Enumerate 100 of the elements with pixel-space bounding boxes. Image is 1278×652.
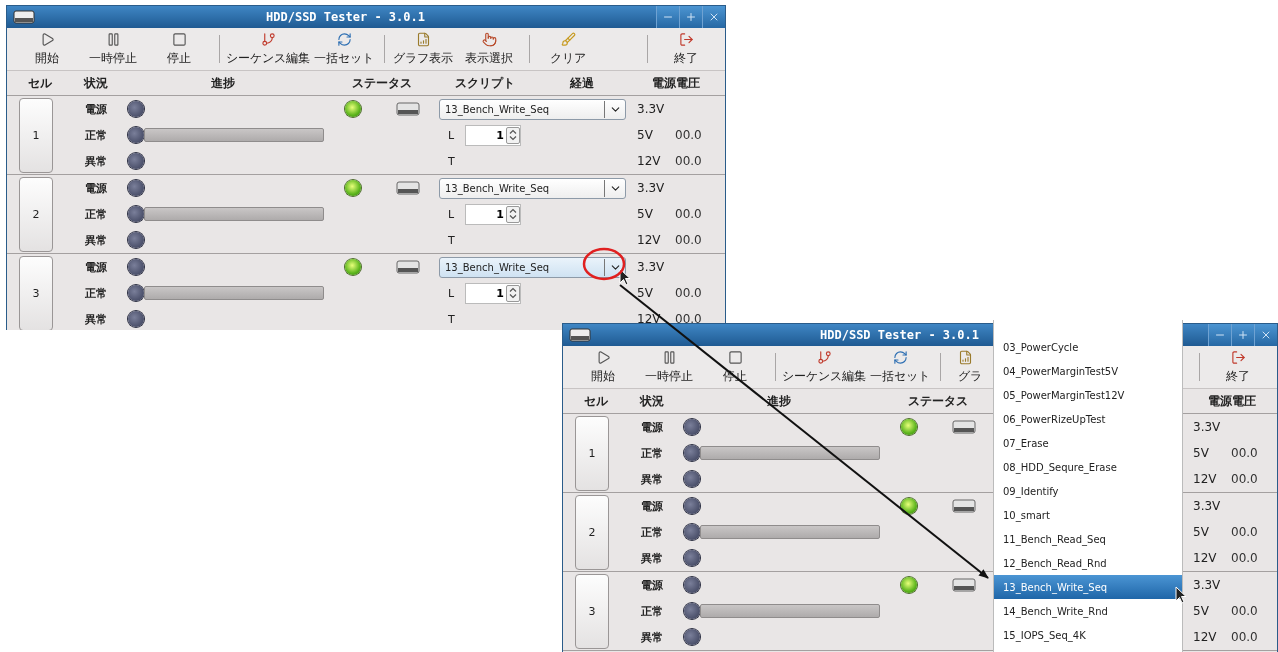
- dropdown-item[interactable]: 07_Erase: [994, 431, 1182, 455]
- dropdown-item[interactable]: 03_PowerCycle: [994, 335, 1182, 359]
- dropdown-item[interactable]: 08_HDD_Sequre_Erase: [994, 455, 1182, 479]
- dropdown-item[interactable]: 14_Bench_Write_Rnd: [994, 599, 1182, 623]
- stop-icon: [171, 31, 187, 47]
- toolbar-button[interactable]: 表示選択: [457, 28, 523, 70]
- toolbar-button[interactable]: 一括セット: [868, 346, 934, 388]
- lamp-label: 電源: [85, 259, 107, 275]
- toolbar-button[interactable]: シーケンス編集: [782, 346, 868, 388]
- column-header: 電源電圧: [650, 74, 701, 92]
- toolbar-button[interactable]: グラ: [947, 346, 985, 388]
- voltage-value: 00.0: [1231, 604, 1259, 618]
- maximize-button[interactable]: [1231, 324, 1254, 346]
- cell-button[interactable]: 1: [575, 416, 609, 491]
- voltage-value: 00.0: [675, 312, 703, 326]
- plus-icon: [1237, 329, 1249, 341]
- window-title: HDD/SSD Tester - 3.0.1: [265, 10, 426, 24]
- spinner-arrows-icon: [509, 287, 517, 299]
- pause-icon: [661, 349, 677, 365]
- drive-icon: [396, 101, 420, 117]
- loop-spinbox[interactable]: 1: [465, 203, 521, 225]
- toolbar-button[interactable]: 一括セット: [312, 28, 378, 70]
- loop-label: L: [448, 128, 456, 142]
- script-dropdown[interactable]: 13_Bench_Write_Seq: [439, 256, 626, 278]
- loop-spinbox[interactable]: 1: [465, 282, 521, 304]
- spin-button[interactable]: [506, 126, 520, 144]
- minimize-button[interactable]: [1208, 324, 1231, 346]
- dropdown-item[interactable]: 06_PowerRizeUpTest: [994, 407, 1182, 431]
- voltage-label: 12V: [636, 312, 662, 326]
- cell-button[interactable]: 2: [575, 495, 609, 570]
- lamp-label: 正常: [641, 524, 663, 540]
- script-dropdown[interactable]: 13_Bench_Write_Seq: [439, 98, 626, 120]
- voltage-label: 3.3V: [636, 260, 666, 274]
- highlight-ellipse: [582, 247, 626, 281]
- column-header: 状況: [82, 74, 109, 92]
- dropdown-item[interactable]: 12_Bench_Read_Rnd: [994, 551, 1182, 575]
- voltage-label: 3.3V: [1192, 578, 1222, 592]
- toolbar-button[interactable]: 開始: [15, 28, 81, 70]
- hand-pointer-icon: [481, 31, 497, 47]
- close-icon: [1260, 329, 1272, 341]
- voltage-label: 12V: [636, 154, 662, 168]
- minimize-button[interactable]: [656, 6, 679, 28]
- spinner-arrows-icon: [509, 129, 517, 141]
- script-dropdown[interactable]: 13_Bench_Write_Seq: [439, 177, 626, 199]
- voltage-label: 5V: [636, 286, 654, 300]
- voltage-label: 12V: [1192, 472, 1218, 486]
- dropdown-item[interactable]: 11_Bench_Read_Seq: [994, 527, 1182, 551]
- dropdown-item[interactable]: 10_smart: [994, 503, 1182, 527]
- toolbar-button[interactable]: クリア: [536, 28, 602, 70]
- exit-door-icon: [678, 31, 694, 47]
- toolbar-button[interactable]: 停止: [147, 28, 213, 70]
- column-header: 電源電圧: [1206, 392, 1257, 410]
- lamp-label: 異常: [85, 153, 107, 169]
- drive-icon: [396, 180, 420, 196]
- close-button[interactable]: [702, 6, 725, 28]
- cell-button[interactable]: 3: [575, 574, 609, 649]
- loop-spinbox[interactable]: 1: [465, 124, 521, 146]
- voltage-label: 12V: [1192, 551, 1218, 565]
- cell-button[interactable]: 3: [19, 256, 53, 330]
- chart-document-icon: [415, 31, 431, 47]
- voltage-label: 5V: [1192, 446, 1210, 460]
- lamp-label: 異常: [641, 471, 663, 487]
- branch-icon: [816, 349, 832, 365]
- timer-label: T: [447, 233, 456, 247]
- lamp-label: 正常: [85, 285, 107, 301]
- dropdown-item[interactable]: 09_Identify: [994, 479, 1182, 503]
- timer-label: T: [447, 154, 456, 168]
- column-header: 状況: [638, 392, 665, 410]
- dropdown-item[interactable]: 04_PowerMarginTest5V: [994, 359, 1182, 383]
- play-icon: [595, 349, 611, 365]
- drive-icon: [569, 328, 591, 342]
- branch-icon: [260, 31, 276, 47]
- column-header: セル: [583, 392, 609, 410]
- toolbar-button[interactable]: グラフ表示: [391, 28, 457, 70]
- voltage-value: 00.0: [675, 207, 703, 221]
- spin-button[interactable]: [506, 205, 520, 223]
- voltage-value: 00.0: [1231, 630, 1259, 644]
- column-header: ステータス: [907, 392, 969, 410]
- voltage-value: 00.0: [1231, 472, 1259, 486]
- close-button[interactable]: [1254, 324, 1277, 346]
- cell-button[interactable]: 2: [19, 177, 53, 252]
- toolbar-button[interactable]: 一時停止: [637, 346, 703, 388]
- toolbar-button[interactable]: 開始: [571, 346, 637, 388]
- spin-button[interactable]: [506, 284, 520, 302]
- dropdown-item[interactable]: 13_Bench_Write_Seq: [994, 575, 1182, 599]
- voltage-label: 5V: [1192, 525, 1210, 539]
- dropdown-item[interactable]: 05_PowerMarginTest12V: [994, 383, 1182, 407]
- toolbar-button[interactable]: シーケンス編集: [226, 28, 312, 70]
- pause-icon: [105, 31, 121, 47]
- maximize-button[interactable]: [679, 6, 702, 28]
- lamp-label: 異常: [641, 550, 663, 566]
- voltage-label: 3.3V: [1192, 499, 1222, 513]
- toolbar-button[interactable]: 一時停止: [81, 28, 147, 70]
- toolbar-button[interactable]: 終了: [1206, 346, 1272, 388]
- cell-button[interactable]: 1: [19, 98, 53, 173]
- toolbar-button[interactable]: 終了: [654, 28, 720, 70]
- dropdown-item[interactable]: 15_IOPS_Seq_4K: [994, 623, 1182, 647]
- drive-icon: [952, 577, 976, 593]
- stop-icon: [727, 349, 743, 365]
- lamp-label: 正常: [641, 603, 663, 619]
